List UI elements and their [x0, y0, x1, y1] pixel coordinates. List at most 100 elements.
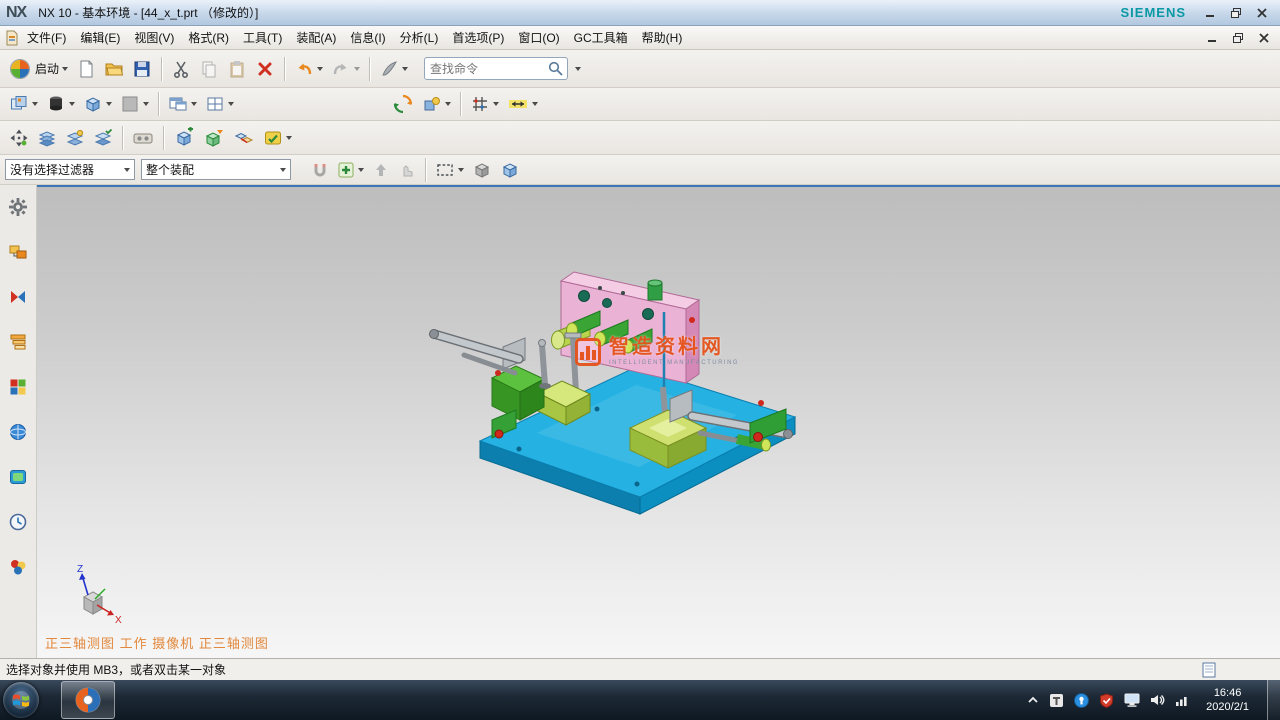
history-button[interactable]	[6, 510, 30, 534]
mdi-minimize-button[interactable]	[1204, 31, 1220, 45]
snap-toggle-button[interactable]	[334, 159, 367, 181]
assembly-constraints-button[interactable]	[230, 125, 258, 151]
toolbar-separator	[122, 126, 123, 150]
delete-button[interactable]	[252, 57, 278, 81]
open-file-button[interactable]	[101, 57, 127, 81]
selection-filter-value: 没有选择过滤器	[10, 161, 121, 178]
selection-scope-dropdown[interactable]: 整个装配	[141, 159, 291, 180]
new-file-button[interactable]	[73, 57, 99, 81]
facet-body-filter-button[interactable]	[497, 158, 523, 182]
roles-button[interactable]	[6, 195, 30, 219]
materials-button[interactable]	[6, 555, 30, 579]
chevron-down-icon	[286, 136, 292, 140]
search-icon[interactable]	[547, 60, 564, 77]
marquee-select-button[interactable]	[432, 159, 467, 181]
window-cascade-button[interactable]	[165, 92, 200, 116]
start-button[interactable]	[3, 682, 39, 718]
status-note-icon[interactable]	[1202, 662, 1216, 678]
search-options-button[interactable]	[569, 65, 584, 73]
move-component-button[interactable]	[6, 126, 32, 150]
nx-taskbar-button[interactable]	[61, 681, 115, 719]
check-clearance-button[interactable]	[260, 126, 295, 150]
restore-icon	[1233, 33, 1243, 43]
snap-point-button[interactable]	[467, 92, 502, 116]
help-ball-icon	[1074, 693, 1089, 708]
menu-item-tools[interactable]: 工具(T)	[236, 26, 289, 49]
menu-item-preferences[interactable]: 首选项(P)	[445, 26, 511, 49]
background-button[interactable]	[117, 92, 152, 116]
layer-settings-button[interactable]	[34, 126, 60, 150]
show-desktop-button[interactable]	[1267, 680, 1280, 720]
save-button[interactable]	[129, 57, 155, 81]
orient-view-button[interactable]	[6, 92, 41, 116]
menu-item-view[interactable]: 视图(V)	[127, 26, 181, 49]
menu-item-assembly[interactable]: 装配(A)	[289, 26, 343, 49]
add-component-button[interactable]	[170, 125, 198, 151]
shaded-display-button[interactable]	[43, 92, 78, 116]
menu-item-help[interactable]: 帮助(H)	[635, 26, 690, 49]
tray-help-button[interactable]	[1074, 693, 1089, 708]
window-layout-button[interactable]	[202, 92, 237, 116]
restore-button[interactable]	[1228, 6, 1244, 20]
tray-display-button[interactable]	[1124, 693, 1140, 707]
redo-button[interactable]	[328, 57, 363, 81]
3d-viewport[interactable]: Z X 智造资料网 INTELLIGENT MANUFACTURING 正三轴测…	[37, 185, 1280, 658]
information-button[interactable]	[129, 126, 157, 150]
cut-button[interactable]	[168, 57, 194, 81]
rendering-style-button[interactable]	[80, 92, 115, 116]
start-menu-button[interactable]: 启动	[6, 56, 71, 82]
measure-distance-button[interactable]	[504, 92, 541, 116]
move-assembly-button[interactable]	[200, 125, 228, 151]
minimize-button[interactable]	[1202, 6, 1218, 20]
menu-item-edit[interactable]: 编辑(E)	[73, 26, 127, 49]
hd3d-tool-button[interactable]	[6, 465, 30, 489]
mdi-window-controls	[1204, 31, 1272, 45]
tray-ime-button[interactable]	[1049, 693, 1064, 708]
tray-expand-button[interactable]	[1027, 695, 1039, 705]
command-finder	[424, 57, 568, 80]
web-browser-button[interactable]	[6, 420, 30, 444]
menu-item-file[interactable]: 文件(F)	[20, 26, 73, 49]
mdi-restore-button[interactable]	[1230, 31, 1246, 45]
cad-model-canvas[interactable]: Z X	[37, 187, 1280, 658]
assembly-navigator-button[interactable]	[6, 240, 30, 264]
background-swatch-icon	[120, 94, 140, 114]
tray-network-button[interactable]	[1175, 694, 1190, 707]
highlight-button[interactable]	[308, 159, 332, 181]
layer-category-button[interactable]	[90, 126, 116, 150]
part-navigator-button[interactable]	[6, 330, 30, 354]
network-bars-icon	[1175, 694, 1190, 707]
tray-volume-button[interactable]	[1150, 693, 1165, 707]
view-toolbar	[0, 88, 1280, 121]
menu-item-analysis[interactable]: 分析(L)	[393, 26, 446, 49]
pan-rotate-button[interactable]	[389, 91, 417, 117]
paste-button[interactable]	[224, 57, 250, 81]
resource-bar	[0, 185, 37, 658]
menu-item-window[interactable]: 窗口(O)	[511, 26, 566, 49]
chevron-down-icon	[62, 67, 68, 71]
tray-security-button[interactable]	[1099, 693, 1114, 708]
undo-button[interactable]	[291, 57, 326, 81]
menu-item-gc-toolbox[interactable]: GC工具箱	[567, 26, 635, 49]
selection-scope-value: 整个装配	[146, 161, 277, 178]
constraint-navigator-button[interactable]	[6, 285, 30, 309]
command-search-input[interactable]	[428, 61, 547, 77]
menu-item-format[interactable]: 格式(R)	[181, 26, 236, 49]
reuse-library-button[interactable]	[6, 375, 30, 399]
selection-filter-dropdown[interactable]: 没有选择过滤器	[5, 159, 135, 180]
taskbar-clock[interactable]: 16:46 2020/2/1	[1206, 686, 1249, 715]
style-brush-button[interactable]	[376, 57, 411, 81]
solid-body-filter-button[interactable]	[469, 158, 495, 182]
chevron-down-icon	[493, 102, 499, 106]
show-hide-button[interactable]	[419, 92, 454, 116]
menu-item-information[interactable]: 信息(I)	[343, 26, 392, 49]
layer-visible-button[interactable]	[62, 126, 88, 150]
close-button[interactable]	[1254, 6, 1270, 20]
previous-selection-button[interactable]	[395, 159, 419, 181]
mdi-close-button[interactable]	[1256, 31, 1272, 45]
globe-icon	[8, 422, 28, 442]
chevron-down-icon	[354, 67, 360, 71]
copy-button[interactable]	[196, 57, 222, 81]
select-parent-button[interactable]	[369, 159, 393, 181]
toolbar-separator	[284, 57, 285, 81]
